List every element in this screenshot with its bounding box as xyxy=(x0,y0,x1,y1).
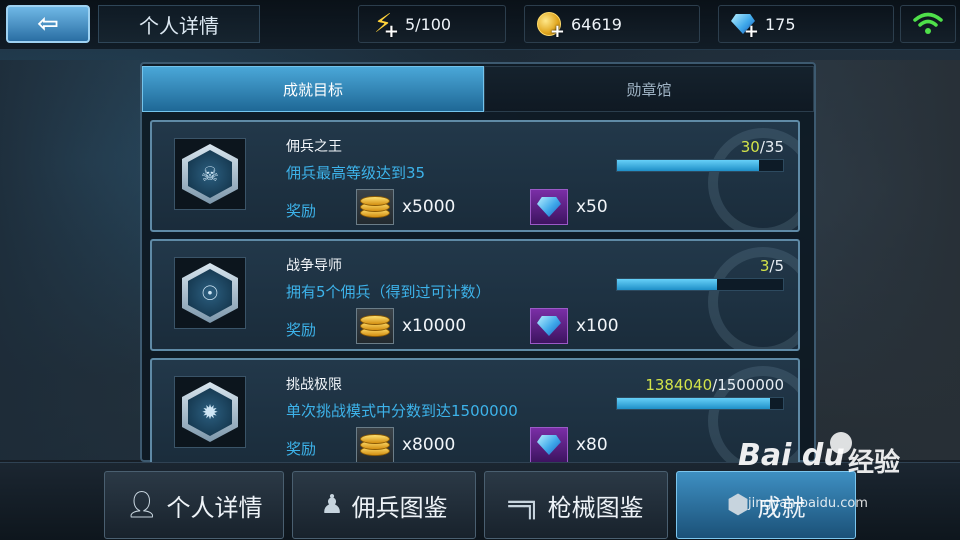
watermark-cn: 经验 xyxy=(848,448,901,478)
gold-reward-amount: x8000 xyxy=(402,435,456,455)
rifle-icon: ═╗ xyxy=(508,490,540,520)
reward-label: 奖励 xyxy=(286,321,317,339)
gold-coins-icon xyxy=(356,308,394,344)
panel-tabs: 成就目标 勋章馆 xyxy=(142,66,814,112)
gem-reward: x50 xyxy=(530,189,608,225)
progress-text: 3/5 xyxy=(760,257,784,275)
diamond-icon xyxy=(530,189,568,225)
nav-personal-details[interactable]: 👤︎ 个人详情 xyxy=(104,471,284,539)
nav-label: 枪械图鉴 xyxy=(547,493,644,522)
achievement-badge: ✹ xyxy=(174,376,246,448)
achievement-badge: ☉ xyxy=(174,257,246,329)
diamond-add-icon: + xyxy=(725,6,761,42)
gas-mask-icon: ☉ xyxy=(188,269,232,317)
card-emblem-watermark xyxy=(708,247,798,349)
diamond-icon xyxy=(530,427,568,463)
achievement-desc: 单次挑战模式中分数到达1500000 xyxy=(286,402,518,420)
gem-reward-amount: x50 xyxy=(576,197,608,217)
progress-bar-fill xyxy=(617,279,717,290)
gold-reward: x10000 xyxy=(356,308,466,344)
gold-reward-amount: x5000 xyxy=(402,197,456,217)
page-title: 个人详情 xyxy=(98,5,260,43)
person-icon: 👤︎ xyxy=(125,490,159,520)
progress-current: 30 xyxy=(740,138,760,156)
achievement-badge: ☠ xyxy=(174,138,246,210)
hooded-mercenary-icon: ☠ xyxy=(188,150,232,198)
gem-reward: x80 xyxy=(530,427,608,463)
nav-mercenary-codex[interactable]: ♟ 佣兵图鉴 xyxy=(292,471,476,539)
watermark-logo: Bai du xyxy=(738,438,845,473)
nav-label: 个人详情 xyxy=(166,493,263,522)
gem-counter[interactable]: + 175 xyxy=(718,5,894,43)
baidu-watermark: Bai du 经验 jingyan.baidu.com xyxy=(738,432,960,516)
gold-counter[interactable]: + 64619 xyxy=(524,5,700,43)
progress-total: /5 xyxy=(769,257,784,275)
background-left-wall xyxy=(0,60,140,460)
achievement-card[interactable]: ✹ 挑战极限 单次挑战模式中分数到达1500000 奖励 x8000 x80 1… xyxy=(150,358,800,470)
achievement-desc: 拥有5个佣兵（得到过可计数） xyxy=(286,283,491,301)
gem-reward-amount: x80 xyxy=(576,435,608,455)
watermark-url: jingyan.baidu.com xyxy=(748,496,868,511)
diamond-icon xyxy=(530,308,568,344)
reward-label: 奖励 xyxy=(286,202,317,220)
soldier-icon: ♟ xyxy=(320,490,344,520)
progress-bar xyxy=(616,397,784,410)
tab-achievement-goals[interactable]: 成就目标 xyxy=(142,66,484,112)
tab-medal-hall[interactable]: 勋章馆 xyxy=(484,66,814,112)
energy-value: 5/100 xyxy=(405,14,452,34)
gem-reward: x100 xyxy=(530,308,619,344)
gold-reward-amount: x10000 xyxy=(402,316,467,336)
nav-weapon-codex[interactable]: ═╗ 枪械图鉴 xyxy=(484,471,668,539)
energy-counter[interactable]: ⚡ + 5/100 xyxy=(358,5,506,43)
progress-text: 30/35 xyxy=(741,138,784,156)
achievement-name: 战争导师 xyxy=(286,258,342,274)
gem-reward-amount: x100 xyxy=(576,316,619,336)
top-bar: ⇦ 个人详情 ⚡ + 5/100 + 64619 + 175 xyxy=(0,0,960,50)
progress-current: 1384040 xyxy=(645,376,713,394)
gold-value: 64619 xyxy=(571,14,622,34)
nav-label: 佣兵图鉴 xyxy=(351,493,448,522)
gold-coins-icon xyxy=(356,189,394,225)
achievement-card[interactable]: ☉ 战争导师 拥有5个佣兵（得到过可计数） 奖励 x10000 x100 3/5 xyxy=(150,239,800,351)
gold-coins-icon xyxy=(356,427,394,463)
achievement-card[interactable]: ☠ 佣兵之王 佣兵最高等级达到35 奖励 x5000 x50 30/35 xyxy=(150,120,800,232)
gold-reward: x8000 xyxy=(356,427,455,463)
progress-total: /35 xyxy=(759,138,784,156)
gem-value: 175 xyxy=(765,14,796,34)
progress-bar xyxy=(616,159,784,172)
lightning-bolt-icon: ⚡ + xyxy=(373,9,399,42)
reward-label: 奖励 xyxy=(286,440,317,458)
progress-bar xyxy=(616,278,784,291)
back-button[interactable]: ⇦ xyxy=(6,5,90,43)
progress-current: 3 xyxy=(759,257,770,275)
gold-reward: x5000 xyxy=(356,189,455,225)
achievement-name: 佣兵之王 xyxy=(286,139,342,155)
achievement-name: 挑战极限 xyxy=(286,377,342,393)
progress-bar-fill xyxy=(617,398,771,409)
progress-bar-fill xyxy=(617,160,760,171)
progress-total: /1500000 xyxy=(712,376,784,394)
gold-coin-add-icon: + xyxy=(531,6,567,42)
wifi-icon xyxy=(913,12,943,34)
background-right-wall xyxy=(810,60,960,460)
star-burst-icon: ✹ xyxy=(188,388,232,436)
progress-text: 1384040/1500000 xyxy=(645,376,784,394)
back-arrow-icon: ⇦ xyxy=(37,9,59,39)
achievement-list[interactable]: ☠ 佣兵之王 佣兵最高等级达到35 奖励 x5000 x50 30/35 ☉ 战… xyxy=(150,120,800,477)
wifi-status xyxy=(900,5,956,43)
achievement-desc: 佣兵最高等级达到35 xyxy=(286,164,426,182)
